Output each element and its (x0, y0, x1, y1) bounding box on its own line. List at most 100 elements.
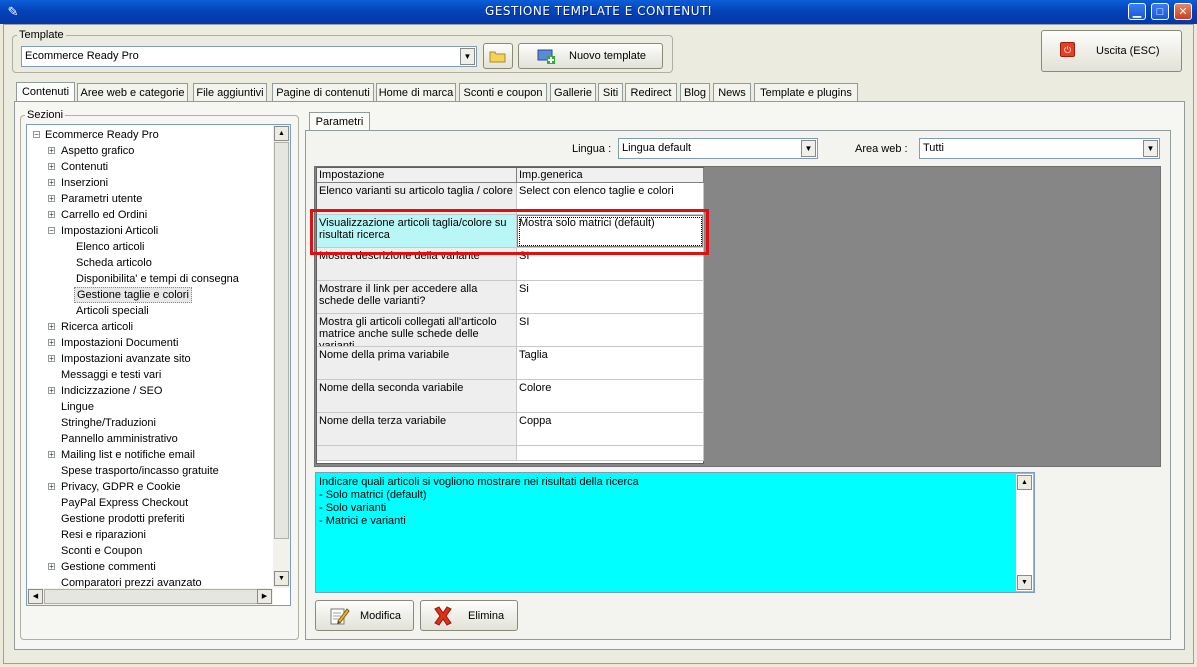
grid-cell-value[interactable]: Coppa (517, 413, 704, 446)
tab-blog[interactable]: Blog (680, 83, 710, 103)
tab-gallerie[interactable]: Gallerie (550, 83, 596, 103)
expand-icon[interactable]: + (48, 211, 55, 219)
expand-icon[interactable]: + (48, 451, 55, 459)
expand-icon[interactable]: + (48, 355, 55, 363)
area-web-label: Area web : (855, 143, 908, 155)
tab-redirect[interactable]: Redirect (625, 83, 677, 103)
tree-item-label: Ricerca articoli (61, 321, 134, 333)
tree-item-label: Sconti e Coupon (61, 545, 143, 557)
grid-cell-setting[interactable]: Mostrare il link per accedere alla sched… (317, 281, 517, 314)
modify-button[interactable]: Modifica (315, 600, 414, 631)
grid-cell-value[interactable]: SI (517, 314, 704, 347)
tree-item-label: Parametri utente (61, 193, 143, 205)
tree-item-label: Gestione prodotti preferiti (61, 513, 185, 525)
collapse-icon[interactable]: − (48, 227, 55, 235)
delete-label: Elimina (468, 610, 505, 622)
description-box[interactable]: ▲ ▼ Indicare quali articoli si vogliono … (315, 472, 1035, 593)
expand-icon[interactable]: + (48, 179, 55, 187)
tree-root-label: Ecommerce Ready Pro (45, 129, 159, 141)
column-header-imp-generica[interactable]: Imp.generica (517, 168, 704, 183)
expand-icon[interactable]: + (48, 195, 55, 203)
tab-pagine-contenuti[interactable]: Pagine di contenuti (272, 83, 374, 103)
tree-item-label: Elenco articoli (76, 241, 145, 253)
description-scrollbar[interactable]: ▲ ▼ (1016, 474, 1033, 591)
tree-item-label: Carrello ed Ordini (61, 209, 148, 221)
scroll-up-icon[interactable]: ▲ (274, 126, 289, 141)
template-group-label: Template (17, 29, 66, 41)
scroll-down-icon[interactable]: ▼ (1017, 575, 1032, 590)
tab-file-aggiuntivi[interactable]: File aggiuntivi (193, 83, 267, 103)
tree-item-label: Gestione commenti (61, 561, 156, 573)
open-folder-button[interactable] (483, 43, 513, 69)
tree-item-label: Impostazioni avanzate sito (61, 353, 191, 365)
tab-aree-web[interactable]: Aree web e categorie (77, 83, 188, 103)
maximize-button[interactable]: □ (1151, 3, 1169, 20)
chevron-down-icon[interactable]: ▼ (1143, 140, 1158, 157)
grid-cell-setting[interactable]: Mostra gli articoli collegati all'artico… (317, 314, 517, 347)
folder-icon (489, 51, 506, 63)
sections-group-label: Sezioni (25, 109, 66, 121)
expand-icon[interactable]: + (48, 323, 55, 331)
sections-tree[interactable]: − Ecommerce Ready Pro + Aspetto grafico + C… (26, 124, 291, 606)
modify-label: Modifica (360, 610, 401, 622)
delete-x-icon (434, 606, 452, 626)
grid-cell-value[interactable] (517, 446, 704, 461)
grid-cell-setting[interactable] (317, 446, 517, 461)
chevron-down-icon[interactable]: ▼ (801, 140, 816, 157)
area-web-select-value: Tutti (923, 142, 944, 154)
exit-button[interactable]: ⏻ Uscita (ESC) (1041, 30, 1182, 72)
exit-label: Uscita (ESC) (1096, 45, 1160, 57)
expand-icon[interactable]: + (48, 163, 55, 171)
expand-icon[interactable]: + (48, 563, 55, 571)
area-web-select[interactable]: Tutti ▼ (919, 138, 1160, 159)
tab-sconti-coupon[interactable]: Sconti e coupon (459, 83, 547, 103)
tree-hscrollbar[interactable]: ◀ ▶ (27, 588, 273, 605)
new-template-button[interactable]: Nuovo template (518, 43, 663, 69)
tab-news[interactable]: News (713, 83, 751, 103)
grid-cell-value[interactable]: Colore (517, 380, 704, 413)
expand-icon[interactable]: + (48, 387, 55, 395)
expand-icon[interactable]: + (48, 483, 55, 491)
tree-item-label: Aspetto grafico (61, 145, 135, 157)
delete-button[interactable]: Elimina (420, 600, 518, 631)
expand-icon[interactable]: + (48, 147, 55, 155)
chevron-down-icon[interactable]: ▼ (460, 48, 475, 65)
tree-item-label: Impostazioni Articoli (61, 225, 159, 237)
scroll-left-icon[interactable]: ◀ (28, 589, 43, 604)
new-template-icon (537, 49, 555, 64)
description-line: - Solo matrici (default) (319, 489, 427, 501)
tree-item-label: Contenuti (61, 161, 109, 173)
tree-hscroll-thumb[interactable] (44, 589, 267, 604)
tree-item-label: Articoli speciali (76, 305, 149, 317)
tree-item-label: Inserzioni (61, 177, 109, 189)
tab-template-plugins[interactable]: Template e plugins (754, 83, 858, 103)
scroll-down-icon[interactable]: ▼ (274, 571, 289, 586)
grid-cell-setting[interactable]: Nome della seconda variabile (317, 380, 517, 413)
tree-item-label: Mailing list e notifiche email (61, 449, 195, 461)
grid-cell-setting[interactable]: Nome della terza variabile (317, 413, 517, 446)
tree-item-label: Spese trasporto/incasso gratuite (61, 465, 219, 477)
template-select-value: Ecommerce Ready Pro (25, 50, 139, 62)
tab-home-marca[interactable]: Home di marca (376, 83, 456, 103)
tree-vscrollbar[interactable]: ▲ ▼ (273, 125, 290, 588)
grid-cell-setting[interactable]: Nome della prima variabile (317, 347, 517, 380)
lingua-select[interactable]: Lingua default ▼ (618, 138, 818, 159)
minimize-button[interactable]: ▁ (1128, 3, 1146, 20)
highlight-box (310, 209, 709, 255)
column-header-impostazione[interactable]: Impostazione (317, 168, 517, 183)
tree-item-label: Disponibilita' e tempi di consegna (76, 273, 239, 285)
description-line: Indicare quali articoli si vogliono most… (319, 476, 639, 488)
tree-vscroll-thumb[interactable] (274, 142, 289, 539)
grid-cell-value[interactable]: Si (517, 281, 704, 314)
scroll-right-icon[interactable]: ▶ (257, 589, 272, 604)
grid-cell-value[interactable]: Taglia (517, 347, 704, 380)
template-select[interactable]: Ecommerce Ready Pro ▼ (21, 46, 477, 67)
collapse-icon[interactable]: − (33, 131, 40, 139)
tree-item-label: PayPal Express Checkout (61, 497, 189, 509)
expand-icon[interactable]: + (48, 339, 55, 347)
scroll-up-icon[interactable]: ▲ (1017, 475, 1032, 490)
tree-item-label: Indicizzazione / SEO (61, 385, 163, 397)
lingua-label: Lingua : (572, 143, 612, 155)
close-button[interactable]: ✕ (1174, 3, 1192, 20)
tab-siti[interactable]: Siti (598, 83, 623, 103)
